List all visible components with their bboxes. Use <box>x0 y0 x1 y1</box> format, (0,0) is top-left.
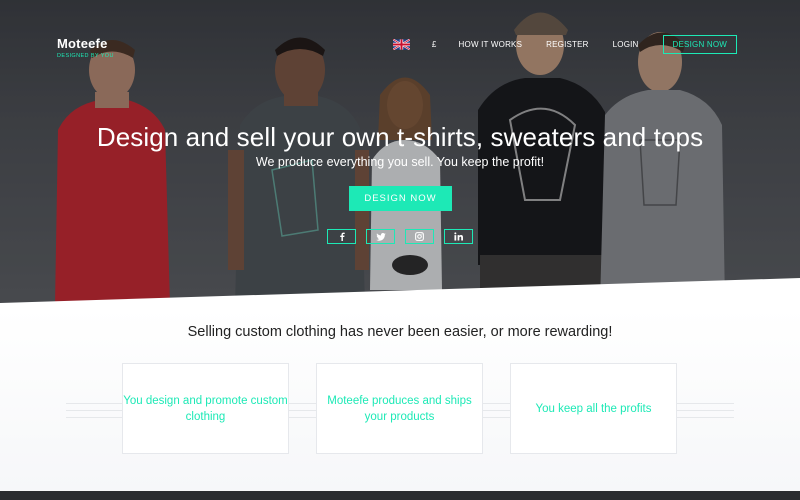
feature-card-text: You design and promote custom clothing <box>123 394 288 423</box>
features-title: Selling custom clothing has never been e… <box>187 324 613 340</box>
feature-card-profits: You keep all the profits <box>510 363 677 454</box>
currency-selector[interactable]: £ <box>432 40 437 49</box>
hero-design-now-button[interactable]: DESIGN NOW <box>349 186 452 211</box>
nav-register[interactable]: REGISTER <box>546 40 589 49</box>
twitter-icon[interactable] <box>366 229 395 244</box>
linkedin-icon[interactable] <box>444 229 473 244</box>
feature-card-text: You keep all the profits <box>535 402 652 415</box>
brand-tagline: DESIGNED BY YOU <box>57 53 114 59</box>
hero-headline: Design and sell your own t-shirts, sweat… <box>96 122 704 152</box>
uk-flag-icon[interactable] <box>392 39 410 50</box>
hero-subline: We produce everything you sell. You keep… <box>255 155 545 169</box>
nav-how-it-works[interactable]: HOW IT WORKS <box>459 40 523 49</box>
hero-section: Moteefe DESIGNED BY YOU £ HOW IT WORKS R… <box>0 0 800 305</box>
facebook-icon[interactable] <box>327 229 356 244</box>
top-nav: £ HOW IT WORKS REGISTER LOGIN DESIGN NOW <box>392 35 737 54</box>
instagram-icon[interactable] <box>405 229 434 244</box>
brand-logo[interactable]: Moteefe DESIGNED BY YOU <box>57 36 114 59</box>
feature-card-produce: Moteefe produces and ships your products <box>316 363 483 454</box>
page: Moteefe DESIGNED BY YOU £ HOW IT WORKS R… <box>0 0 800 500</box>
feature-card-text: Moteefe produces and ships your products <box>327 394 472 423</box>
nav-design-now-button[interactable]: DESIGN NOW <box>662 35 737 54</box>
nav-login[interactable]: LOGIN <box>613 40 639 49</box>
feature-card-design: You design and promote custom clothing <box>122 363 289 454</box>
footer-bar <box>0 491 800 500</box>
brand-name: Moteefe <box>57 36 108 51</box>
